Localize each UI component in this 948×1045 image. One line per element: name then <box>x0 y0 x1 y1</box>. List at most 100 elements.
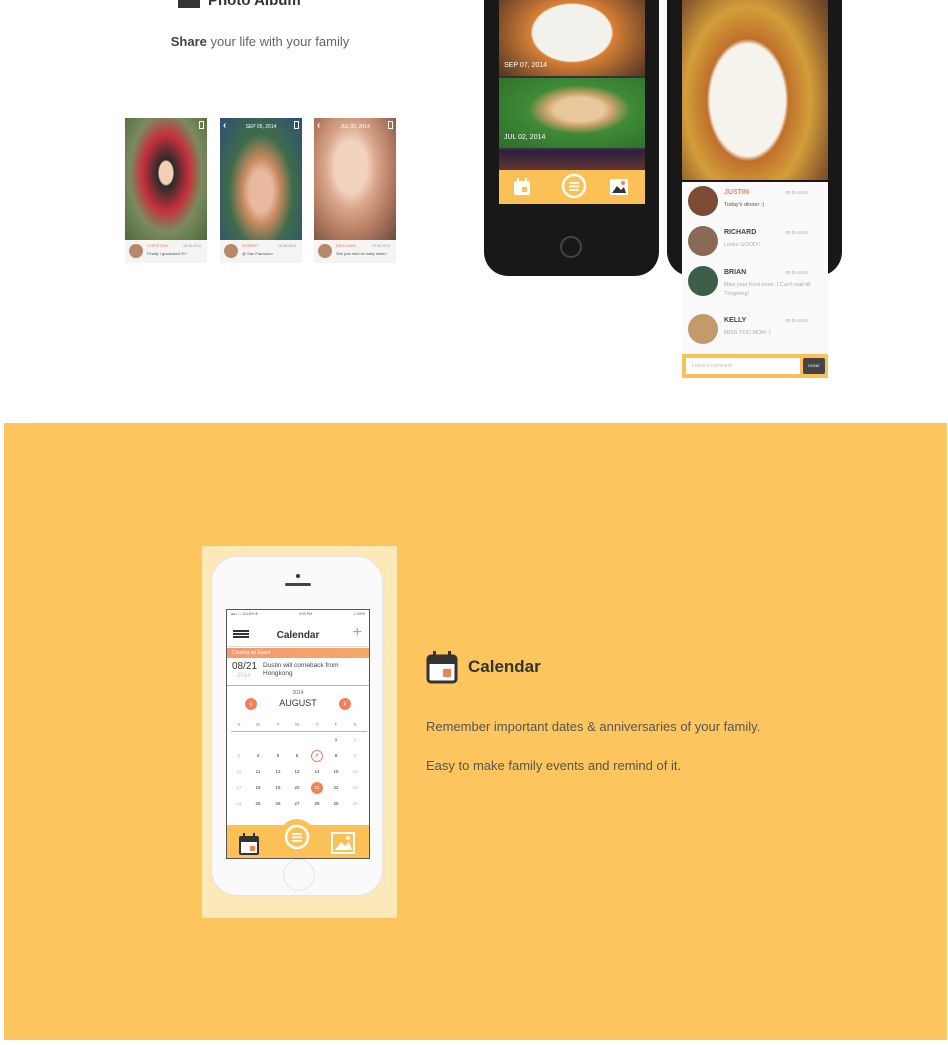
album-title-text: Photo Album <box>208 0 301 9</box>
calendar-day[interactable]: 29 <box>330 801 342 806</box>
photo-thumbnail[interactable]: ‹ SEP 05, 2014 ROBERT 09.05.2014 @ San F… <box>220 118 302 263</box>
calendar-year: 2014 <box>292 690 304 696</box>
calendar-day[interactable]: 9 <box>349 753 361 758</box>
calendar-tab-icon[interactable] <box>512 177 532 197</box>
status-battery: 1 100% <box>353 612 365 616</box>
calendar-feature-title: Calendar <box>468 657 541 676</box>
weekday-label: F <box>334 722 338 727</box>
calendar-day[interactable]: 1 <box>330 737 342 742</box>
comment-author: KELLY <box>724 317 747 324</box>
feed-screen: SEP 07, 2014 JUL 02, 2014 <box>499 0 645 204</box>
couple-photo <box>220 118 302 240</box>
photo-thumbnail[interactable]: CHRISTINA 08.06.2014 Finally I graduated… <box>125 118 207 263</box>
calendar-day[interactable]: 26 <box>272 801 284 806</box>
food-photo[interactable]: SEP 07, 2014 <box>499 0 645 76</box>
photo-tab-icon[interactable] <box>331 832 355 854</box>
comment-item: KELLY 09.05.2014 MISS YOU MOM :) <box>682 310 828 352</box>
calendar-day[interactable]: 28 <box>311 801 323 806</box>
comment-date: 09.05.2014 <box>785 318 808 323</box>
share-icon[interactable] <box>388 121 393 129</box>
weekday-label: W <box>294 722 300 727</box>
weekday-label: T <box>315 722 319 727</box>
thumb-date: SEP 05, 2014 <box>245 124 277 130</box>
calendar-day[interactable]: 27 <box>291 801 303 806</box>
calendar-day[interactable]: 10 <box>233 769 245 774</box>
avatar <box>224 244 238 258</box>
calendar-day[interactable]: 14 <box>311 769 323 774</box>
phone-body: ●●○○○ OLLEH ✣ 9:00 PM 1 100% Calendar + … <box>211 556 383 896</box>
thumb-date: JUL 05, 2014 <box>340 124 370 130</box>
calendar-day[interactable]: 13 <box>291 769 303 774</box>
weekday-label: T <box>276 722 280 727</box>
comment-text: Looks GOOD!! <box>724 242 761 248</box>
calendar-day[interactable]: 2 <box>349 737 361 742</box>
comment-date: 09.05.2014 <box>785 270 808 275</box>
photo-date-label: JUL 02, 2014 <box>504 134 546 141</box>
thumb-caption-bar: BENJAMIN 07.05.2014 She just met her bab… <box>314 240 396 263</box>
calendar-desc-1: Remember important dates & anniversaries… <box>426 719 761 734</box>
avatar <box>129 244 143 258</box>
comment-item: JUSTIN 09.05.2014 Today's dinner :) <box>682 182 828 224</box>
calendar-day[interactable]: 18 <box>252 785 264 790</box>
thumb-time: 07.05.2014 <box>372 244 390 248</box>
calendar-day[interactable]: 12 <box>272 769 284 774</box>
thumb-header: ‹ SEP 05, 2014 <box>220 118 302 134</box>
weekday-label: S <box>353 722 357 727</box>
share-rest: your life with your family <box>210 34 350 49</box>
image-icon <box>178 0 200 8</box>
event-year: 2014 <box>237 673 251 679</box>
event-date[interactable]: 08/21 <box>232 661 257 672</box>
calendar-day[interactable]: 22 <box>330 785 342 790</box>
photo-album-section: Photo Album Share your life with your fa… <box>0 0 948 423</box>
tab-bar <box>227 819 369 858</box>
calendar-icon <box>426 651 458 684</box>
weekday-label: M <box>256 722 260 727</box>
add-event-icon[interactable]: + <box>353 624 362 642</box>
share-icon[interactable] <box>199 121 204 129</box>
calendar-day[interactable]: 3 <box>233 753 245 758</box>
calendar-day[interactable]: 7 <box>311 750 323 762</box>
calendar-day[interactable]: 24 <box>233 801 245 806</box>
calendar-day[interactable]: 8 <box>330 753 342 758</box>
photo-thumbnail[interactable]: ‹ JUL 05, 2014 BENJAMIN 07.05.2014 She j… <box>314 118 396 263</box>
calendar-desc-2: Easy to make family events and remind of… <box>426 758 682 773</box>
weekday-label: S <box>237 722 241 727</box>
event-text[interactable]: Dustin will comeback from Hongkong <box>263 662 363 678</box>
comment-item: BRIAN 09.05.2014 Miss your food mom :) C… <box>682 262 828 304</box>
earpiece <box>285 583 311 586</box>
calendar-day[interactable]: 16 <box>349 769 361 774</box>
calendar-day[interactable]: 21 <box>311 782 323 794</box>
calendar-screen: ●●○○○ OLLEH ✣ 9:00 PM 1 100% Calendar + … <box>226 609 370 859</box>
next-month-icon[interactable]: › <box>339 698 351 710</box>
calendar-day[interactable]: 23 <box>349 785 361 790</box>
avatar <box>688 266 718 296</box>
calendar-day[interactable]: 15 <box>330 769 342 774</box>
food-detail-photo[interactable] <box>682 0 828 180</box>
thumb-caption: Finally I graduated !!!!! <box>147 251 187 256</box>
calendar-day[interactable]: 30 <box>349 801 361 806</box>
share-icon[interactable] <box>294 121 299 129</box>
calendar-day[interactable]: 6 <box>291 753 303 758</box>
divider <box>227 685 369 686</box>
comment-text: Miss your food mom :) Can't wait till Th… <box>724 282 811 297</box>
thumb-author: ROBERT <box>242 243 259 248</box>
calendar-day[interactable]: 5 <box>272 753 284 758</box>
calendar-day[interactable]: 25 <box>252 801 264 806</box>
status-carrier: ●●○○○ OLLEH ✣ <box>231 612 258 616</box>
home-button <box>560 236 582 258</box>
calendar-day[interactable]: 4 <box>252 753 264 758</box>
comment-date: 09.05.2014 <box>785 190 808 195</box>
chat-tab-icon[interactable] <box>561 173 587 199</box>
dog-photo[interactable]: JUL 02, 2014 <box>499 78 645 148</box>
calendar-tab-icon[interactable] <box>239 833 259 855</box>
done-button[interactable]: DONE <box>803 358 825 374</box>
photo-tab-icon[interactable] <box>609 177 629 197</box>
chat-tab-icon[interactable] <box>284 824 310 850</box>
calendar-day[interactable]: 19 <box>272 785 284 790</box>
camera-dot <box>296 574 300 578</box>
calendar-day[interactable]: 20 <box>291 785 303 790</box>
comment-field[interactable]: Leave a comment <box>686 358 800 374</box>
calendar-day[interactable]: 17 <box>233 785 245 790</box>
coming-up-banner: Coming up Event <box>227 648 369 658</box>
calendar-day[interactable]: 11 <box>252 769 264 774</box>
